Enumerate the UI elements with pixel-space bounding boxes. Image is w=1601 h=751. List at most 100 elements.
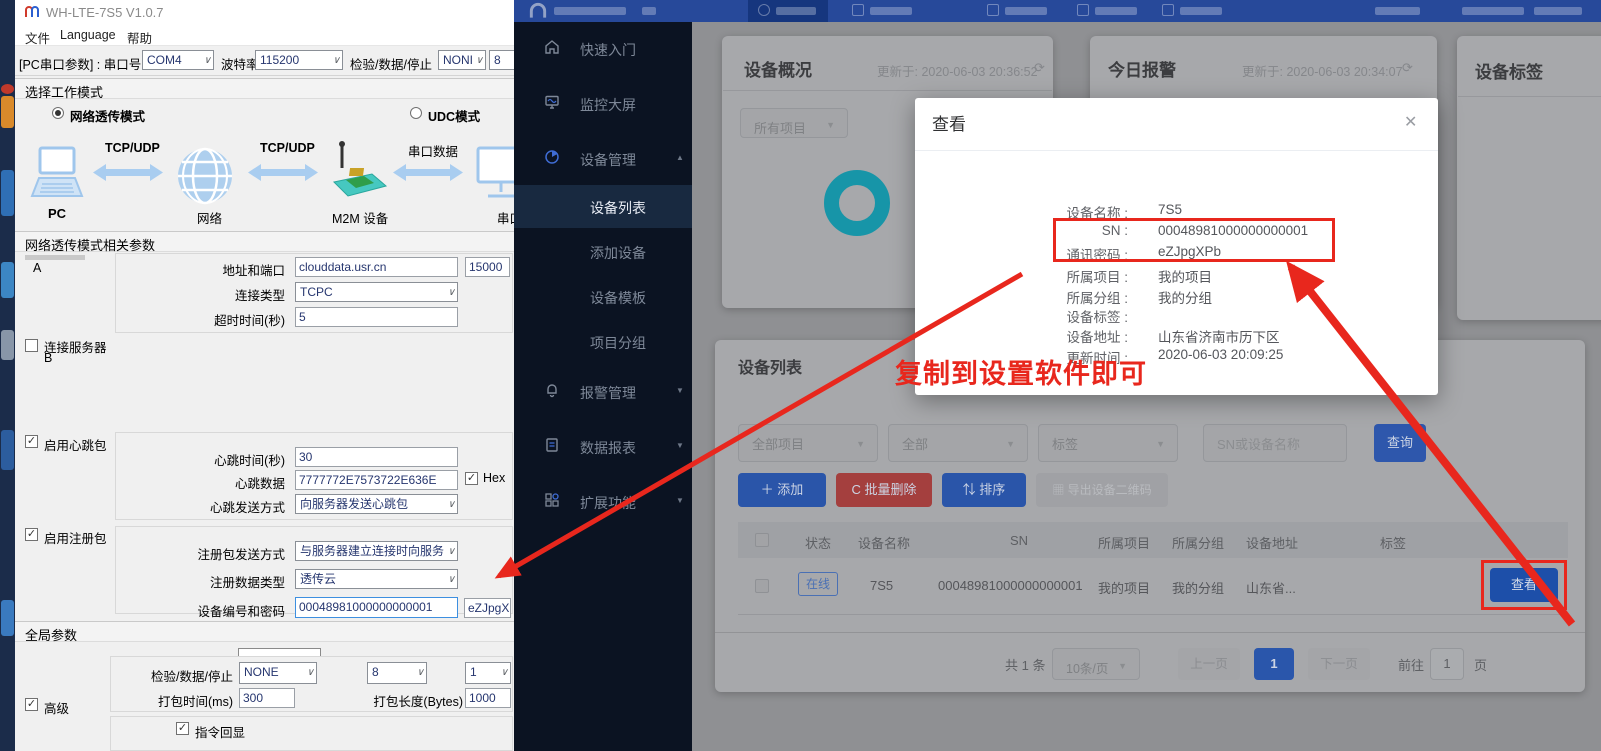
- heartbeat-data-label: 心跳数据: [234, 477, 285, 491]
- project-filter[interactable]: 全部项目 ▼: [738, 424, 878, 462]
- databits-select[interactable]: 8∨: [489, 50, 514, 70]
- server-port-field[interactable]: 15000: [465, 257, 510, 277]
- net-params-header: 网络透传模式相关参数: [15, 231, 514, 253]
- page-1-button[interactable]: 1: [1254, 648, 1294, 680]
- hamburger-icon[interactable]: [642, 7, 656, 15]
- server-b-checkbox[interactable]: [25, 339, 38, 352]
- sidebar-item-data-report[interactable]: 数据报表: [580, 438, 636, 458]
- timeout-field[interactable]: 5: [295, 307, 458, 327]
- heartbeat-enable-checkbox[interactable]: ✓: [25, 435, 38, 448]
- hex-checkbox[interactable]: ✓: [465, 472, 478, 485]
- close-icon[interactable]: ✕: [1404, 112, 1417, 132]
- heartbeat-data-field[interactable]: 7777772E7573722E636E: [295, 470, 458, 490]
- col-group: 所属分组: [1172, 536, 1225, 551]
- nav-item[interactable]: [840, 0, 930, 22]
- global-parity-select[interactable]: NONE ∨: [239, 662, 317, 684]
- nav-item-active[interactable]: [748, 0, 828, 22]
- prev-page-button[interactable]: 上一页: [1178, 648, 1240, 680]
- nav-right-item[interactable]: [1375, 7, 1420, 15]
- register-mode-select[interactable]: 与服务器建立连接时向服务 ∨: [295, 541, 458, 561]
- sort-button[interactable]: ⇅ 排序: [942, 473, 1026, 507]
- nav-right-item[interactable]: [1462, 7, 1524, 15]
- sidebar-item-alarm-management[interactable]: 报警管理: [580, 383, 636, 403]
- nav-right-item[interactable]: [1534, 7, 1582, 15]
- search-button[interactable]: 查询: [1374, 424, 1426, 462]
- batch-delete-button[interactable]: C 批量删除: [836, 473, 932, 507]
- server-addr-field[interactable]: clouddata.usr.cn: [295, 257, 458, 277]
- register-enable-label: 启用注册包: [44, 532, 107, 546]
- select-all-checkbox[interactable]: [755, 533, 769, 547]
- sidebar-item-project-group[interactable]: 项目分组: [590, 333, 646, 353]
- device-id-field[interactable]: 00048981000000000001: [295, 597, 458, 618]
- network-label: 网络: [197, 212, 223, 226]
- search-input[interactable]: SN或设备名称: [1203, 424, 1347, 462]
- com-port-select[interactable]: COM4 ∨: [142, 50, 214, 70]
- project-filter-select[interactable]: 所有项目 ▼: [740, 108, 848, 138]
- echo-checkbox[interactable]: ✓: [176, 722, 189, 735]
- nav-item[interactable]: [1150, 0, 1240, 22]
- udc-mode-radio[interactable]: [410, 107, 422, 119]
- sidebar-item-bigscreen[interactable]: 监控大屏: [580, 95, 636, 115]
- refresh-icon[interactable]: ⟳: [1034, 60, 1045, 76]
- divider: [723, 90, 1052, 91]
- cell-address: 山东省...: [1246, 581, 1296, 596]
- baud-label: 波特率: [221, 58, 259, 72]
- row-divider: [738, 614, 1568, 615]
- register-type-select[interactable]: 透传云 ∨: [295, 569, 458, 589]
- modal-value-group: 我的分组: [1158, 291, 1212, 306]
- menu-bar: 文件 Language 帮助: [15, 24, 514, 46]
- nav-item[interactable]: [1065, 0, 1155, 22]
- heartbeat-mode-select[interactable]: 向服务器发送心跳包 ∨: [295, 494, 458, 514]
- server-a-label: A: [33, 261, 42, 275]
- desktop-icons-strip: [0, 0, 15, 751]
- qr-icon: ▦: [1052, 483, 1068, 497]
- sort-icon: ⇅: [962, 482, 980, 497]
- tag-filter[interactable]: 标签 ▼: [1038, 424, 1178, 462]
- modal-label: 所属项目 :: [1066, 270, 1128, 285]
- device-password-field[interactable]: eZJpgXPb: [464, 598, 511, 618]
- serial-device-icon: [476, 146, 514, 198]
- pack-len-field[interactable]: 1000: [465, 688, 511, 708]
- advanced-checkbox[interactable]: ✓: [25, 698, 38, 711]
- baud-select[interactable]: 115200 ∨: [255, 50, 343, 70]
- menu-help[interactable]: 帮助: [127, 28, 152, 47]
- next-page-button[interactable]: 下一页: [1308, 648, 1370, 680]
- status-badge: 在线: [798, 572, 838, 596]
- sidebar-item-device-management[interactable]: 设备管理: [580, 150, 636, 170]
- desktop-icon-fragment: [1, 262, 14, 298]
- app-logo-icon: [25, 6, 39, 17]
- desktop-icon-fragment: [1, 430, 14, 470]
- page-size-select[interactable]: 10条/页 ▼: [1052, 648, 1140, 680]
- table-row[interactable]: [738, 558, 1568, 614]
- config-app-window: WH-LTE-7S5 V1.0.7 文件 Language 帮助 [PC串口参数…: [15, 0, 514, 751]
- add-button[interactable]: ＋ 添加: [738, 473, 826, 507]
- nav-label: [1095, 7, 1137, 15]
- nav-item[interactable]: [975, 0, 1065, 22]
- nav-label: [1180, 7, 1222, 15]
- window-titlebar[interactable]: WH-LTE-7S5 V1.0.7: [15, 0, 514, 24]
- export-qr-button: ▦ 导出设备二维码: [1036, 473, 1168, 507]
- extensions-grid-icon: [545, 493, 559, 507]
- register-enable-checkbox[interactable]: ✓: [25, 528, 38, 541]
- sidebar-item-quickstart[interactable]: 快速入门: [580, 40, 636, 60]
- row-checkbox[interactable]: [755, 579, 769, 593]
- refresh-icon[interactable]: ⟳: [1402, 60, 1413, 76]
- net-mode-radio[interactable]: [52, 107, 64, 119]
- heartbeat-time-field[interactable]: 30: [295, 447, 458, 467]
- sidebar-item-add-device[interactable]: 添加设备: [590, 243, 646, 263]
- annotation-box-view-button: [1481, 560, 1567, 610]
- status-filter[interactable]: 全部 ▼: [888, 424, 1028, 462]
- sidebar-item-device-list[interactable]: 设备列表: [590, 198, 646, 218]
- global-databits-select[interactable]: 8 ∨: [367, 662, 427, 684]
- parity-select[interactable]: NONI ∨: [438, 50, 486, 70]
- pack-time-field[interactable]: 300: [239, 688, 295, 708]
- menu-language[interactable]: Language: [60, 28, 116, 42]
- global-stopbits-select[interactable]: 1 ∨: [465, 662, 511, 684]
- sidebar-item-extensions[interactable]: 扩展功能: [580, 493, 636, 513]
- modal-divider: [915, 150, 1438, 151]
- goto-page-input[interactable]: 1: [1430, 648, 1464, 680]
- menu-file[interactable]: 文件: [25, 28, 50, 47]
- card-title: 设备概况: [744, 61, 812, 80]
- conn-type-select[interactable]: TCPC ∨: [295, 282, 458, 302]
- sidebar-item-device-template[interactable]: 设备模板: [590, 288, 646, 308]
